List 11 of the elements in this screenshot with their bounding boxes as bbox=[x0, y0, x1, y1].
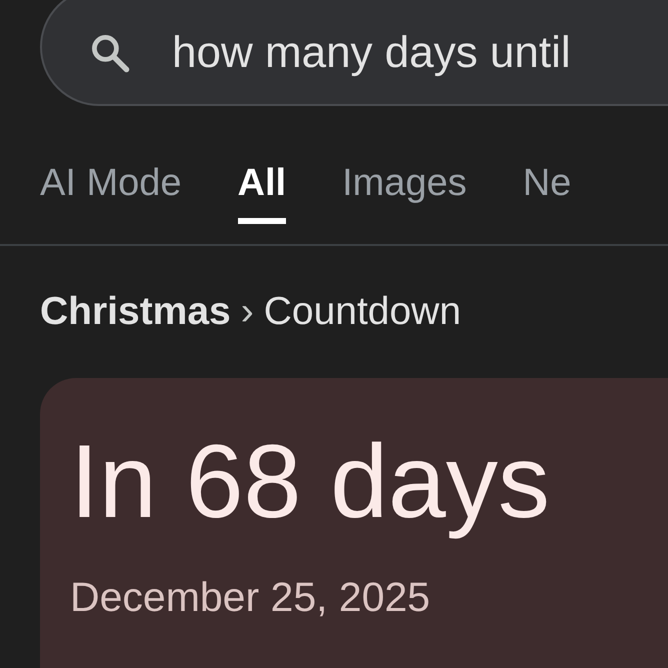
breadcrumb-item[interactable]: Christmas bbox=[40, 290, 231, 334]
search-query: how many days until bbox=[172, 28, 571, 78]
tab[interactable]: Ne bbox=[522, 150, 572, 224]
breadcrumb-separator: › bbox=[240, 290, 254, 334]
countdown-date: December 25, 2025 bbox=[70, 574, 432, 621]
countdown-headline: In 68 days bbox=[70, 423, 551, 542]
search-field[interactable]: how many days until bbox=[40, 0, 668, 106]
breadcrumb-item[interactable]: Countdown bbox=[264, 290, 462, 334]
tab[interactable]: All bbox=[238, 150, 286, 224]
tab[interactable]: AI Mode bbox=[40, 150, 182, 224]
tab[interactable]: Images bbox=[342, 150, 467, 224]
